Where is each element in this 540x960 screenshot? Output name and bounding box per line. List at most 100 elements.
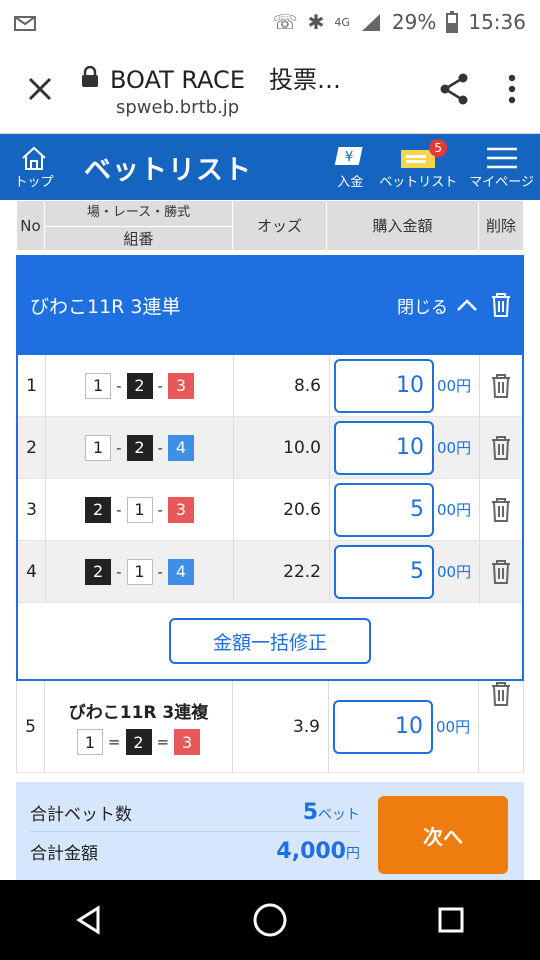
amount-input[interactable]: 10 [333, 699, 433, 754]
combo-separator: - [157, 438, 163, 457]
bulk-edit-area: 金額一括修正 [18, 603, 522, 679]
trash-icon [492, 682, 510, 706]
combo-separator: - [157, 562, 163, 581]
boat-number: 1 [126, 558, 153, 585]
browser-toolbar: BOAT RACE 投票… spweb.brtb.jp [0, 44, 540, 134]
amount-input[interactable]: 5 [334, 482, 434, 537]
combo: 2 - 1 - 3 [46, 479, 234, 540]
group-rows: 1 1 - 2 - 3 8.6 10 00円 2 1 - 2 - 4 10.0 … [16, 355, 524, 681]
combo: 1 - 2 - 4 [46, 417, 234, 478]
boat-number: 1 [126, 496, 153, 523]
table-row: 4 2 - 1 - 4 22.2 5 00円 [18, 541, 522, 603]
amount-input[interactable]: 10 [334, 358, 434, 413]
system-nav-bar [0, 880, 540, 960]
table-row: 3 2 - 1 - 3 20.6 5 00円 [18, 479, 522, 541]
bet-count-label: 合計ベット数 [30, 805, 132, 825]
home-icon [22, 146, 46, 170]
delete-button[interactable] [480, 497, 522, 523]
trash-icon [492, 373, 510, 398]
page-title: BOAT RACE 投票… [110, 65, 341, 94]
betlist-content: No 場・レース・勝式 オッズ 購入金額 削除 組番 びわこ11R 3連単 閉じ… [16, 200, 524, 773]
row-no: 1 [18, 355, 46, 416]
total-amount-unit: 円 [346, 845, 360, 862]
betlist-badge: 5 [429, 138, 448, 157]
delete-button[interactable] [480, 435, 522, 461]
combo-separator: - [116, 376, 122, 395]
url-display[interactable]: BOAT RACE 投票… spweb.brtb.jp [80, 60, 424, 118]
collapse-label: 閉じる [397, 297, 448, 318]
boat-number: 2 [125, 729, 152, 755]
combo: 1 - 2 - 3 [46, 355, 234, 416]
table-row: 2 1 - 2 - 4 10.0 10 00円 [18, 417, 522, 479]
odds: 22.2 [234, 541, 330, 602]
delete-button[interactable] [480, 373, 522, 399]
amount-cell: 5 00円 [330, 541, 480, 602]
menu-icon [486, 147, 517, 168]
boat-number: 2 [85, 558, 112, 585]
delete-button[interactable] [480, 559, 522, 585]
amount-input[interactable]: 5 [334, 544, 434, 599]
page-domain: spweb.brtb.jp [116, 96, 240, 118]
battery-percent: 29% [391, 10, 437, 34]
chevron-up-icon [457, 299, 477, 311]
system-indicators: ☏ ✱ 4G 29% 15:36 [273, 10, 526, 34]
odds: 20.6 [234, 479, 330, 540]
race-title: びわこ11R 3連複 [68, 703, 209, 723]
bluetooth-icon: ✱ [307, 10, 325, 34]
trash-icon [492, 435, 510, 460]
recents-icon[interactable] [436, 905, 466, 935]
home-label: トップ [14, 174, 54, 190]
amount-input[interactable]: 10 [334, 420, 434, 475]
amount-cell: 5 00円 [330, 479, 480, 540]
bulk-edit-button[interactable]: 金額一括修正 [169, 618, 371, 664]
col-amount: 購入金額 [326, 200, 479, 251]
betlist-button[interactable]: 5 ベットリスト [379, 138, 458, 190]
header-title: ベットリスト [84, 154, 252, 186]
network-type: 4G [334, 15, 350, 29]
col-combo: 組番 [44, 226, 233, 251]
back-icon[interactable] [74, 905, 104, 935]
deposit-label: 入金 [337, 174, 364, 190]
boat-number: 1 [76, 729, 103, 755]
row-no: 5 [17, 681, 45, 772]
combo-separator: - [157, 500, 163, 519]
betlist-label: ベットリスト [379, 174, 458, 190]
collapse-button[interactable]: 閉じる [397, 293, 478, 318]
combo-separator: - [116, 500, 122, 519]
combo-separator: - [157, 376, 163, 395]
app-header: トップ ベットリスト ¥ 入金 5 ベットリスト マイページ [0, 134, 540, 200]
table-row: 5 びわこ11R 3連複 1 = 2 = 3 3.9 10 00円 [16, 681, 524, 773]
trash-icon[interactable] [490, 292, 512, 318]
boat-number: 1 [85, 372, 112, 399]
next-button[interactable]: 次へ [378, 796, 508, 874]
more-options-button[interactable] [484, 74, 540, 104]
bet-count-row: 合計ベット数 5ベット [30, 794, 360, 832]
total-amount-label: 合計金額 [30, 843, 98, 864]
share-icon [440, 73, 468, 104]
combo: びわこ11R 3連複 1 = 2 = 3 [45, 681, 233, 772]
odds: 10.0 [234, 417, 330, 478]
deposit-button[interactable]: ¥ 入金 [333, 145, 367, 190]
clock: 15:36 [468, 10, 526, 34]
notification-area [14, 13, 36, 31]
amount-unit: 00円 [437, 501, 472, 519]
mypage-button[interactable]: マイページ [469, 145, 534, 190]
col-delete: 削除 [478, 200, 524, 251]
col-no: No [16, 200, 45, 251]
home-circle-icon[interactable] [252, 902, 288, 938]
combo: 2 - 1 - 4 [46, 541, 234, 602]
group-title: びわこ11R 3連単 [30, 295, 181, 318]
close-icon [28, 77, 52, 100]
amount-cell: 10 00円 [329, 681, 479, 772]
nfc-icon: ☏ [272, 10, 298, 34]
delete-button[interactable] [479, 681, 523, 772]
lock-icon [82, 66, 98, 87]
boat-number: 2 [126, 372, 153, 399]
combo-separator: = [156, 733, 170, 751]
close-tab-button[interactable] [0, 76, 80, 102]
home-button[interactable]: トップ [0, 145, 68, 190]
group-header: びわこ11R 3連単 閉じる [16, 255, 524, 355]
svg-text:¥: ¥ [345, 150, 353, 165]
odds: 3.9 [233, 681, 329, 772]
share-button[interactable] [424, 72, 484, 106]
